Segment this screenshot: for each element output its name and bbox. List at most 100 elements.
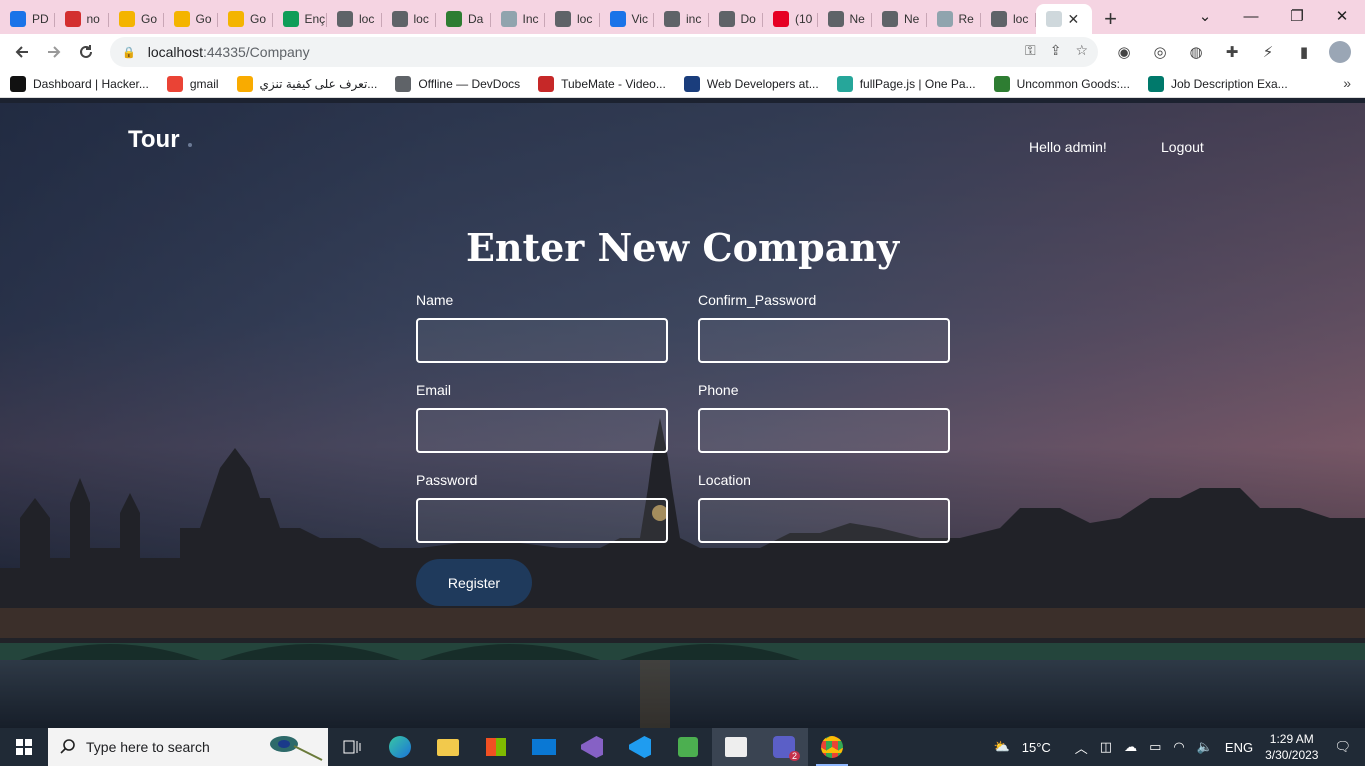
more-bookmarks-icon[interactable]: » xyxy=(1343,75,1351,91)
chrome-icon[interactable] xyxy=(808,728,856,766)
tab-title: Enç xyxy=(304,12,326,26)
bookmark-item[interactable]: Web Developers at... xyxy=(683,75,819,92)
tab-title: Ne xyxy=(904,12,920,26)
language-indicator[interactable]: ENG xyxy=(1225,740,1253,755)
microsoft-store-icon[interactable] xyxy=(472,728,520,766)
browser-tab[interactable]: Enç xyxy=(273,4,328,34)
translate-extension-icon[interactable]: ◎ xyxy=(1144,36,1176,68)
tab-favicon-icon xyxy=(228,11,244,27)
bookmark-item[interactable]: gmail xyxy=(166,75,219,92)
teams-icon[interactable]: 2 xyxy=(760,728,808,766)
file-explorer-icon[interactable] xyxy=(424,728,472,766)
menu-kebab-icon[interactable]: ⋮ xyxy=(1360,36,1365,68)
browser-tab[interactable]: loc xyxy=(545,4,600,34)
tools-app-icon[interactable] xyxy=(664,728,712,766)
reload-icon[interactable] xyxy=(70,36,102,68)
camera-extension-icon[interactable]: ◉ xyxy=(1108,36,1140,68)
visual-studio-icon[interactable] xyxy=(568,728,616,766)
taskbar-clock[interactable]: 1:29 AM 3/30/2023 xyxy=(1265,731,1318,763)
site-brand-logo[interactable]: Tour xyxy=(128,126,180,154)
browser-tab[interactable]: Re xyxy=(927,4,982,34)
email-label: Email xyxy=(416,382,452,398)
share-icon[interactable]: ⇪ xyxy=(1050,42,1062,59)
weather-temp[interactable]: 15°C xyxy=(1022,740,1051,755)
browser-tab[interactable]: Go xyxy=(218,4,273,34)
bookmark-item[interactable]: Offline — DevDocs xyxy=(395,75,521,92)
close-tab-icon[interactable]: ✕ xyxy=(1068,11,1080,28)
bookmark-favicon-icon xyxy=(166,75,183,92)
browser-tab[interactable]: no xyxy=(55,4,110,34)
phone-input[interactable] xyxy=(698,408,950,453)
weather-icon[interactable]: ⛅ xyxy=(994,739,1010,755)
bookmark-star-icon[interactable]: ☆ xyxy=(1075,42,1088,59)
browser-tab[interactable]: Go xyxy=(164,4,219,34)
email-input[interactable] xyxy=(416,408,668,453)
maximize-button[interactable]: ❐ xyxy=(1274,0,1320,32)
back-icon[interactable] xyxy=(6,36,38,68)
task-view-icon[interactable] xyxy=(328,728,376,766)
bookmark-item[interactable]: Uncommon Goods:... xyxy=(993,75,1130,92)
browser-tab[interactable]: (10 xyxy=(763,4,818,34)
browser-tab[interactable]: PD xyxy=(0,4,55,34)
browser-tab[interactable]: Da xyxy=(436,4,491,34)
browser-tab[interactable]: Ne xyxy=(818,4,873,34)
volume-icon[interactable]: 🔈 xyxy=(1197,739,1213,755)
tab-title: PD xyxy=(32,12,49,26)
bookmark-item[interactable]: Job Description Exa... xyxy=(1147,75,1288,92)
confirm-password-input[interactable] xyxy=(698,318,950,363)
bookmark-label: Job Description Exa... xyxy=(1170,76,1288,91)
browser-tab[interactable]: loc xyxy=(981,4,1036,34)
bookmark-label: Offline — DevDocs xyxy=(418,76,521,91)
password-input[interactable] xyxy=(416,498,668,543)
battery-icon[interactable]: ▭ xyxy=(1149,739,1161,755)
password-label: Password xyxy=(416,472,478,488)
side-panel-icon[interactable]: ▮ xyxy=(1288,36,1320,68)
bookmark-item[interactable]: fullPage.js | One Pa... xyxy=(836,75,976,92)
name-input[interactable] xyxy=(416,318,668,363)
browser-tab[interactable]: loc xyxy=(327,4,382,34)
puzzle-extensions-icon[interactable]: ✚ xyxy=(1216,36,1248,68)
browser-tab[interactable]: Ne xyxy=(872,4,927,34)
url-path: :44335/Company xyxy=(202,44,310,60)
taskbar-search-box[interactable]: Type here to search xyxy=(48,728,328,766)
profile-avatar[interactable] xyxy=(1324,36,1356,68)
site-info-icon[interactable]: 🔒 xyxy=(122,46,136,59)
minimize-button[interactable]: — xyxy=(1228,0,1274,32)
browser-tab[interactable]: Do xyxy=(709,4,764,34)
show-hidden-icons-chevron-icon[interactable]: ︿ xyxy=(1075,738,1088,757)
browser-tab[interactable]: Go xyxy=(109,4,164,34)
bookmark-item[interactable]: TubeMate - Video... xyxy=(538,75,666,92)
windows-start-icon[interactable] xyxy=(0,728,48,766)
meet-now-icon[interactable]: ◫ xyxy=(1100,739,1112,755)
mail-icon[interactable] xyxy=(520,728,568,766)
browser-tab[interactable]: inc xyxy=(654,4,709,34)
browser-tab[interactable]: Inc xyxy=(491,4,546,34)
bookmark-label: تعرف على كيفية تنزي... xyxy=(259,76,378,91)
bookmark-item[interactable]: Dashboard | Hacker... xyxy=(10,75,149,92)
logout-link[interactable]: Logout xyxy=(1161,139,1204,155)
bookmark-item[interactable]: تعرف على كيفية تنزي... xyxy=(236,75,378,92)
active-tab[interactable]: ✕ xyxy=(1035,4,1092,34)
location-input[interactable] xyxy=(698,498,950,543)
clock-date: 3/30/2023 xyxy=(1265,748,1319,762)
performance-icon[interactable]: ⚡ xyxy=(1252,36,1284,68)
browser-tab[interactable]: loc xyxy=(382,4,437,34)
location-label: Location xyxy=(698,472,751,488)
globe-extension-icon[interactable]: ◍ xyxy=(1180,36,1212,68)
new-tab-button[interactable]: + xyxy=(1092,4,1130,34)
onedrive-cloud-icon[interactable]: ☁ xyxy=(1124,739,1137,755)
forward-icon[interactable] xyxy=(38,36,70,68)
wifi-icon[interactable]: ◠ xyxy=(1173,739,1184,755)
notifications-icon[interactable]: 🗨 xyxy=(1334,739,1351,755)
browser-tab[interactable]: Vic xyxy=(600,4,655,34)
address-bar[interactable]: 🔒 localhost:44335/Company ⚿ ⇪ ☆ xyxy=(110,37,1098,67)
video-editor-icon[interactable] xyxy=(712,728,760,766)
edge-browser-icon[interactable] xyxy=(376,728,424,766)
greeting-link[interactable]: Hello admin! xyxy=(1029,139,1107,155)
register-button[interactable]: Register xyxy=(416,559,532,606)
key-icon[interactable]: ⚿ xyxy=(1025,42,1036,59)
tab-title: loc xyxy=(577,12,593,26)
close-window-button[interactable]: ✕ xyxy=(1319,0,1365,32)
vscode-icon[interactable] xyxy=(616,728,664,766)
tab-search-dropdown[interactable]: ⌄ xyxy=(1182,0,1228,32)
